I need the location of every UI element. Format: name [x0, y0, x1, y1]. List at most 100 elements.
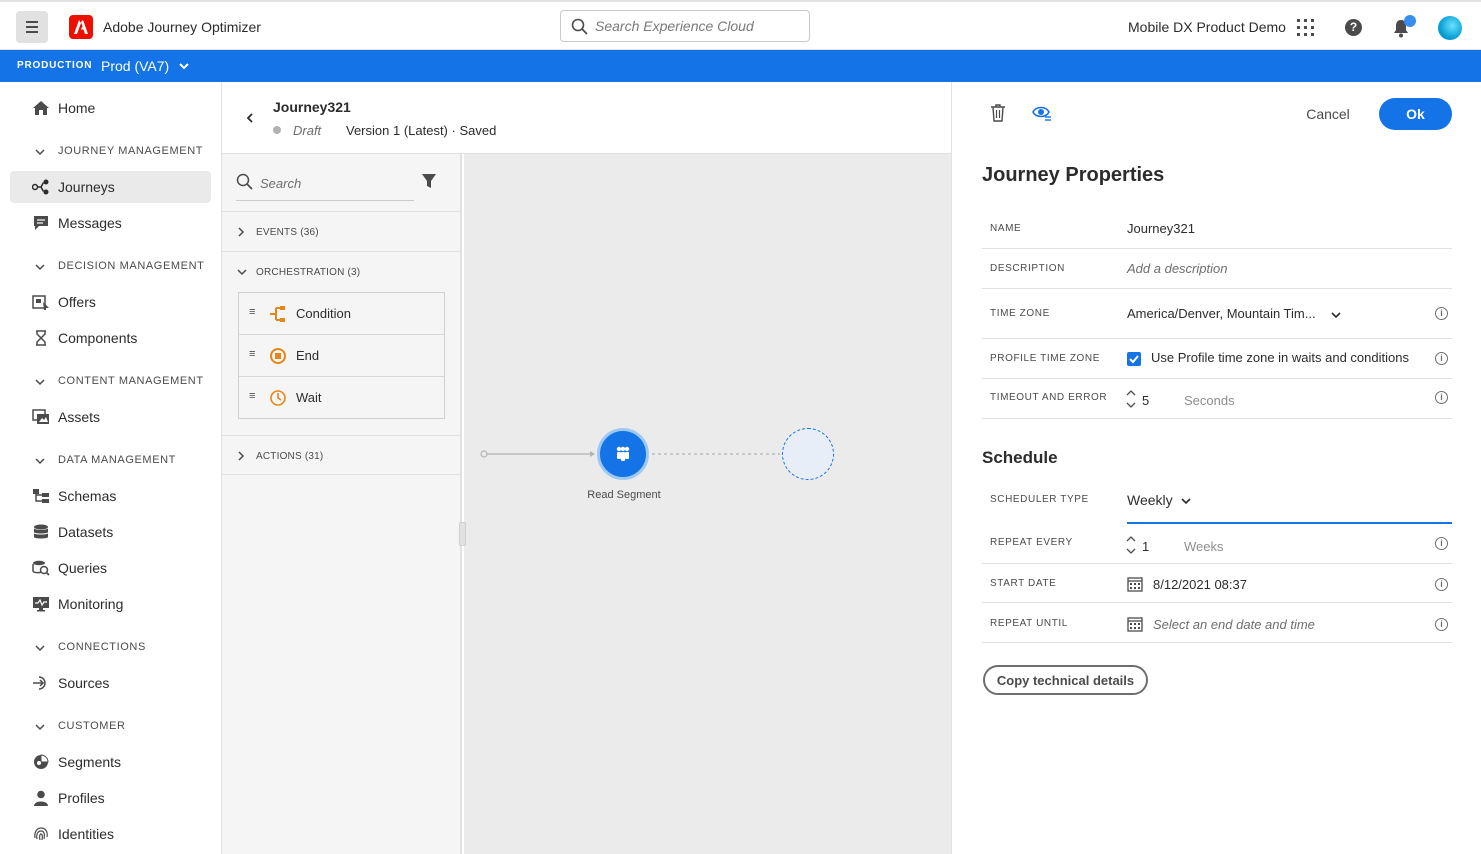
environment-bar: PRODUCTION Prod (VA7) [0, 50, 1481, 82]
environment-label: PRODUCTION [17, 60, 93, 71]
global-search[interactable] [560, 10, 810, 42]
checkbox-label[interactable]: Use Profile time zone in waits and condi… [1151, 350, 1409, 365]
sandbox-name[interactable]: Prod (VA7) [101, 58, 169, 74]
ok-button[interactable]: Ok [1379, 98, 1452, 130]
cancel-button[interactable]: Cancel [1297, 98, 1359, 130]
search-input[interactable] [595, 17, 795, 35]
top-bar: Adobe Journey Optimizer Mobile DX Produc… [0, 0, 1481, 50]
palette-section-orchestration[interactable]: ORCHESTRATION (3) [222, 251, 460, 291]
name-row: NAME Journey321 [982, 209, 1452, 249]
palette-item-condition[interactable]: ≡ Condition [239, 293, 444, 335]
nav-item-label: Home [58, 100, 96, 116]
nav-item-messages[interactable]: Messages [10, 207, 211, 239]
name-field[interactable]: Journey321 [1127, 221, 1195, 236]
avatar[interactable] [1438, 16, 1462, 40]
nav-item-home[interactable]: Home [10, 92, 211, 124]
profile-timezone-checkbox[interactable] [1127, 352, 1141, 366]
message-icon [34, 216, 48, 230]
calendar-icon[interactable] [1127, 616, 1143, 632]
nav-item-profiles[interactable]: Profiles [10, 782, 211, 814]
drag-handle-icon[interactable]: ≡ [249, 348, 255, 360]
palette-item-label: End [296, 348, 320, 363]
palette-search-input[interactable] [260, 176, 410, 191]
info-icon[interactable]: i [1435, 618, 1448, 631]
schema-icon [33, 489, 49, 503]
view-icon[interactable] [1032, 104, 1052, 122]
info-icon[interactable]: i [1435, 537, 1448, 550]
field-label: DESCRIPTION [990, 263, 1065, 274]
nav-item-datasets[interactable]: Datasets [10, 516, 211, 548]
org-switcher[interactable]: Mobile DX Product Demo [1128, 19, 1286, 35]
nav-item-identities[interactable]: Identities [10, 818, 211, 850]
nav-item-schemas[interactable]: Schemas [10, 480, 211, 512]
nav-item-label: Assets [58, 409, 101, 425]
nav-item-label: Queries [58, 560, 108, 576]
description-field[interactable]: Add a description [1127, 261, 1227, 276]
nav-item-label: Segments [58, 754, 122, 770]
drag-handle-icon[interactable]: ≡ [249, 390, 255, 402]
stepper-arrows-icon[interactable] [1125, 534, 1137, 556]
stepper-arrows-icon[interactable] [1125, 388, 1137, 410]
status-dot [273, 126, 281, 134]
palette-section-actions[interactable]: ACTIONS (31) [222, 435, 460, 475]
version-info: Version 1 (Latest) · Saved [346, 123, 497, 138]
nav-item-queries[interactable]: Queries [10, 552, 211, 584]
panel-resize-handle[interactable] [459, 522, 466, 546]
drag-handle-icon[interactable]: ≡ [249, 306, 255, 318]
repeat-every-value[interactable]: 1 [1142, 539, 1149, 554]
palette-section-events[interactable]: EVENTS (36) [222, 211, 460, 251]
chevron-down-icon[interactable] [1180, 496, 1192, 506]
chevron-right-icon [238, 227, 245, 237]
read-segment-node[interactable] [597, 428, 649, 480]
segment-people-icon [616, 446, 630, 461]
calendar-icon[interactable] [1127, 576, 1143, 592]
field-label: TIMEOUT AND ERROR [990, 392, 1108, 403]
nav-item-monitoring[interactable]: Monitoring [10, 588, 211, 620]
nav-item-label: Datasets [58, 524, 114, 540]
palette-item-wait[interactable]: ≡ Wait [239, 377, 444, 419]
field-label: SCHEDULER TYPE [990, 494, 1089, 505]
start-date-value[interactable]: 8/12/2021 08:37 [1153, 577, 1247, 592]
timeout-value[interactable]: 5 [1142, 393, 1149, 408]
chevron-down-icon [35, 458, 45, 465]
app-title[interactable]: Adobe Journey Optimizer [103, 19, 261, 35]
empty-node-placeholder[interactable] [782, 428, 834, 480]
copy-technical-details-button[interactable]: Copy technical details [983, 665, 1148, 695]
info-icon[interactable]: i [1435, 578, 1448, 591]
palette-item-end[interactable]: ≡ End [239, 335, 444, 377]
nav-item-label: Identities [58, 826, 115, 842]
field-label: TIME ZONE [990, 308, 1050, 319]
nav-item-sources[interactable]: Sources [10, 667, 211, 699]
field-label: REPEAT EVERY [990, 537, 1073, 548]
sources-icon [33, 676, 46, 690]
info-icon[interactable]: i [1435, 307, 1448, 320]
nav-item-offers[interactable]: Offers [10, 286, 211, 318]
info-icon[interactable]: i [1435, 391, 1448, 404]
adobe-logo-icon[interactable] [69, 15, 93, 39]
menu-icon[interactable] [16, 11, 48, 43]
start-date-row: START DATE 8/12/2021 08:37 i [982, 563, 1452, 603]
journey-name: Journey321 [273, 99, 351, 115]
chevron-down-icon[interactable] [1330, 310, 1342, 320]
info-icon[interactable]: i [1435, 352, 1448, 365]
timezone-row: TIME ZONE America/Denver, Mountain Tim..… [982, 289, 1452, 339]
timezone-dropdown[interactable]: America/Denver, Mountain Tim... [1127, 306, 1316, 321]
nav-item-components[interactable]: Components [10, 322, 211, 354]
help-icon[interactable]: ? [1345, 19, 1362, 36]
search-icon [571, 18, 588, 35]
components-icon [36, 330, 46, 346]
scheduler-type-dropdown[interactable]: Weekly [1127, 492, 1173, 508]
back-chevron-icon[interactable] [244, 112, 256, 124]
nav-item-segments[interactable]: Segments [10, 746, 211, 778]
apps-grid-icon[interactable] [1297, 19, 1314, 36]
nav-item-journeys[interactable]: Journeys [10, 171, 211, 203]
palette-search[interactable] [236, 169, 414, 201]
repeat-until-field[interactable]: Select an end date and time [1153, 617, 1315, 632]
chevron-down-icon[interactable] [177, 59, 191, 73]
journey-canvas[interactable]: Read Segment [464, 154, 951, 854]
chevron-down-icon [35, 264, 45, 271]
end-icon [270, 348, 286, 364]
trash-icon[interactable] [990, 104, 1006, 122]
filter-icon[interactable] [421, 173, 437, 189]
nav-item-assets[interactable]: Assets [10, 401, 211, 433]
